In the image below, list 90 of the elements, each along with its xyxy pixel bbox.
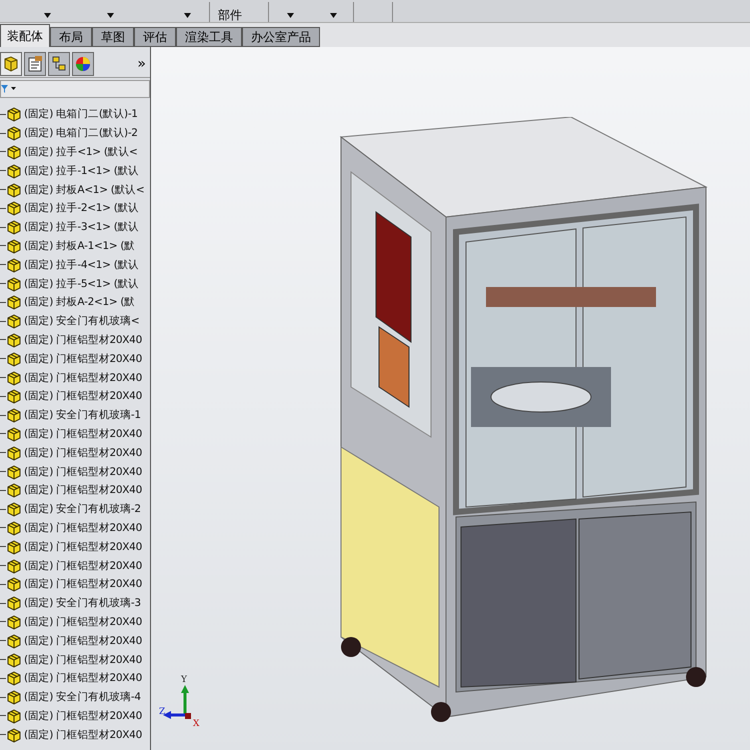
tree-item[interactable]: (固定) 安全门有机玻璃-1 bbox=[24, 408, 141, 422]
more-button[interactable]: » bbox=[137, 56, 146, 72]
tree-item[interactable]: (固定) 门框铝型材20X40 bbox=[24, 332, 142, 347]
part-icon bbox=[6, 538, 22, 555]
part-icon bbox=[6, 652, 22, 668]
property-icon[interactable] bbox=[24, 52, 46, 76]
caret-icon[interactable] bbox=[287, 13, 294, 18]
tree-item[interactable]: (固定) 门框铝型材20X40 bbox=[24, 389, 142, 404]
part-icon bbox=[6, 426, 22, 442]
axis-label: Z bbox=[159, 707, 166, 717]
part-icon bbox=[6, 294, 22, 310]
part-icon bbox=[6, 182, 22, 198]
part-icon bbox=[6, 256, 22, 273]
part-icon bbox=[6, 520, 22, 536]
tree-item[interactable]: (固定) 拉手-4<1> (默认 bbox=[24, 258, 139, 272]
tree-item[interactable]: (固定) 安全门有机玻璃< bbox=[24, 314, 140, 328]
appearance-icon[interactable] bbox=[72, 52, 94, 76]
part-icon bbox=[6, 350, 22, 367]
ribbon-tab[interactable]: 草图 bbox=[92, 27, 134, 47]
part-icon bbox=[6, 726, 22, 743]
part-icon bbox=[6, 482, 22, 498]
part-icon bbox=[6, 144, 22, 160]
tree-item[interactable]: (固定) 门框铝型材20X40 bbox=[24, 446, 142, 460]
tree-item[interactable]: (固定) 拉手-5<1> (默认 bbox=[24, 276, 139, 291]
tree-item[interactable]: (固定) 门框铝型材20X40 bbox=[24, 614, 142, 629]
part-icon bbox=[6, 219, 22, 236]
part-icon bbox=[6, 464, 22, 480]
ribbon-tab[interactable]: 布局 bbox=[50, 27, 92, 47]
part-icon bbox=[6, 595, 22, 612]
part-icon bbox=[6, 238, 22, 254]
tree-item[interactable]: (固定) 门框铝型材20X40 bbox=[24, 352, 142, 366]
tree-item[interactable]: (固定) 门框铝型材20X40 bbox=[24, 558, 142, 573]
tree-item[interactable]: (固定) 安全门有机玻璃-2 bbox=[24, 502, 141, 516]
tree-item[interactable]: (固定) 门框铝型材20X40 bbox=[24, 671, 142, 686]
tree-item[interactable]: (固定) 拉手-1<1> (默认 bbox=[24, 164, 139, 178]
tree-item[interactable]: (固定) 封板A-2<1> (默 bbox=[24, 295, 135, 310]
caret-icon[interactable] bbox=[330, 13, 337, 18]
part-icon bbox=[6, 200, 22, 216]
tree-item[interactable]: (固定) 门框铝型材20X40 bbox=[24, 634, 142, 648]
caret-icon[interactable] bbox=[107, 13, 114, 18]
tree-item[interactable]: (固定) 拉手<1> (默认< bbox=[24, 144, 138, 159]
caret-icon[interactable] bbox=[184, 13, 191, 18]
tree-item[interactable]: (固定) 封板A-1<1> (默 bbox=[24, 238, 135, 253]
tree-item[interactable]: (固定) 门框铝型材20X40 bbox=[24, 370, 142, 385]
ribbon-tab[interactable]: 办公室产品 bbox=[242, 27, 320, 47]
config-icon[interactable] bbox=[48, 52, 70, 76]
ribbon-tab[interactable]: 渲染工具 bbox=[176, 27, 242, 47]
part-icon bbox=[6, 162, 22, 179]
part-icon bbox=[6, 106, 22, 122]
tree-item[interactable]: (固定) 门框铝型材20X40 bbox=[24, 652, 142, 666]
part-icon bbox=[6, 125, 22, 142]
filter-icon[interactable] bbox=[1, 84, 17, 94]
axis-label: Y bbox=[181, 675, 187, 685]
part-icon bbox=[6, 313, 22, 330]
tree-item[interactable]: (固定) 门框铝型材20X40 bbox=[24, 483, 142, 498]
part-icon bbox=[6, 670, 22, 686]
part-icon bbox=[6, 276, 22, 292]
ribbon-tab[interactable]: 评估 bbox=[134, 27, 176, 47]
tree-item[interactable]: (固定) 门框铝型材20X40 bbox=[24, 464, 142, 479]
tree-item[interactable]: (固定) 拉手-3<1> (默认 bbox=[24, 220, 139, 234]
tree-item[interactable]: (固定) 电箱门二(默认)-2 bbox=[24, 126, 138, 140]
part-icon bbox=[6, 407, 22, 424]
tree-item[interactable]: (固定) 门框铝型材20X40 bbox=[24, 728, 142, 742]
tree-item[interactable]: (固定) 拉手-2<1> (默认 bbox=[24, 201, 139, 216]
tree-item[interactable]: (固定) 安全门有机玻璃-4 bbox=[24, 690, 141, 704]
tree-item[interactable]: (固定) 封板A<1> (默认< bbox=[24, 182, 144, 197]
part-icon bbox=[6, 689, 22, 706]
tree-icon[interactable] bbox=[0, 52, 22, 76]
tree-item[interactable]: (固定) 门框铝型材20X40 bbox=[24, 577, 142, 592]
part-icon bbox=[6, 708, 22, 724]
part-icon bbox=[6, 576, 22, 592]
part-icon bbox=[6, 501, 22, 518]
tree-item[interactable]: (固定) 门框铝型材20X40 bbox=[24, 520, 142, 535]
caret-icon[interactable] bbox=[44, 13, 51, 18]
part-icon bbox=[6, 614, 22, 630]
tree-item[interactable]: (固定) 电箱门二(默认)-1 bbox=[24, 107, 138, 122]
part-icon bbox=[6, 444, 22, 461]
part-icon bbox=[6, 332, 22, 348]
axis-triad-icon bbox=[163, 685, 193, 721]
toolbar-button[interactable]: 部件 bbox=[210, 8, 250, 22]
tree-item[interactable]: (固定) 安全门有机玻璃-3 bbox=[24, 596, 141, 610]
part-icon bbox=[6, 388, 22, 404]
ribbon-tab[interactable]: 装配体 bbox=[0, 24, 50, 47]
part-icon bbox=[6, 370, 22, 386]
part-icon bbox=[6, 632, 22, 649]
axis-label: X bbox=[193, 719, 200, 729]
part-icon bbox=[6, 558, 22, 574]
tree-item[interactable]: (固定) 门框铝型材20X40 bbox=[24, 426, 142, 441]
tree-item[interactable]: (固定) 门框铝型材20X40 bbox=[24, 540, 142, 554]
tree-item[interactable]: (固定) 门框铝型材20X40 bbox=[24, 708, 142, 723]
